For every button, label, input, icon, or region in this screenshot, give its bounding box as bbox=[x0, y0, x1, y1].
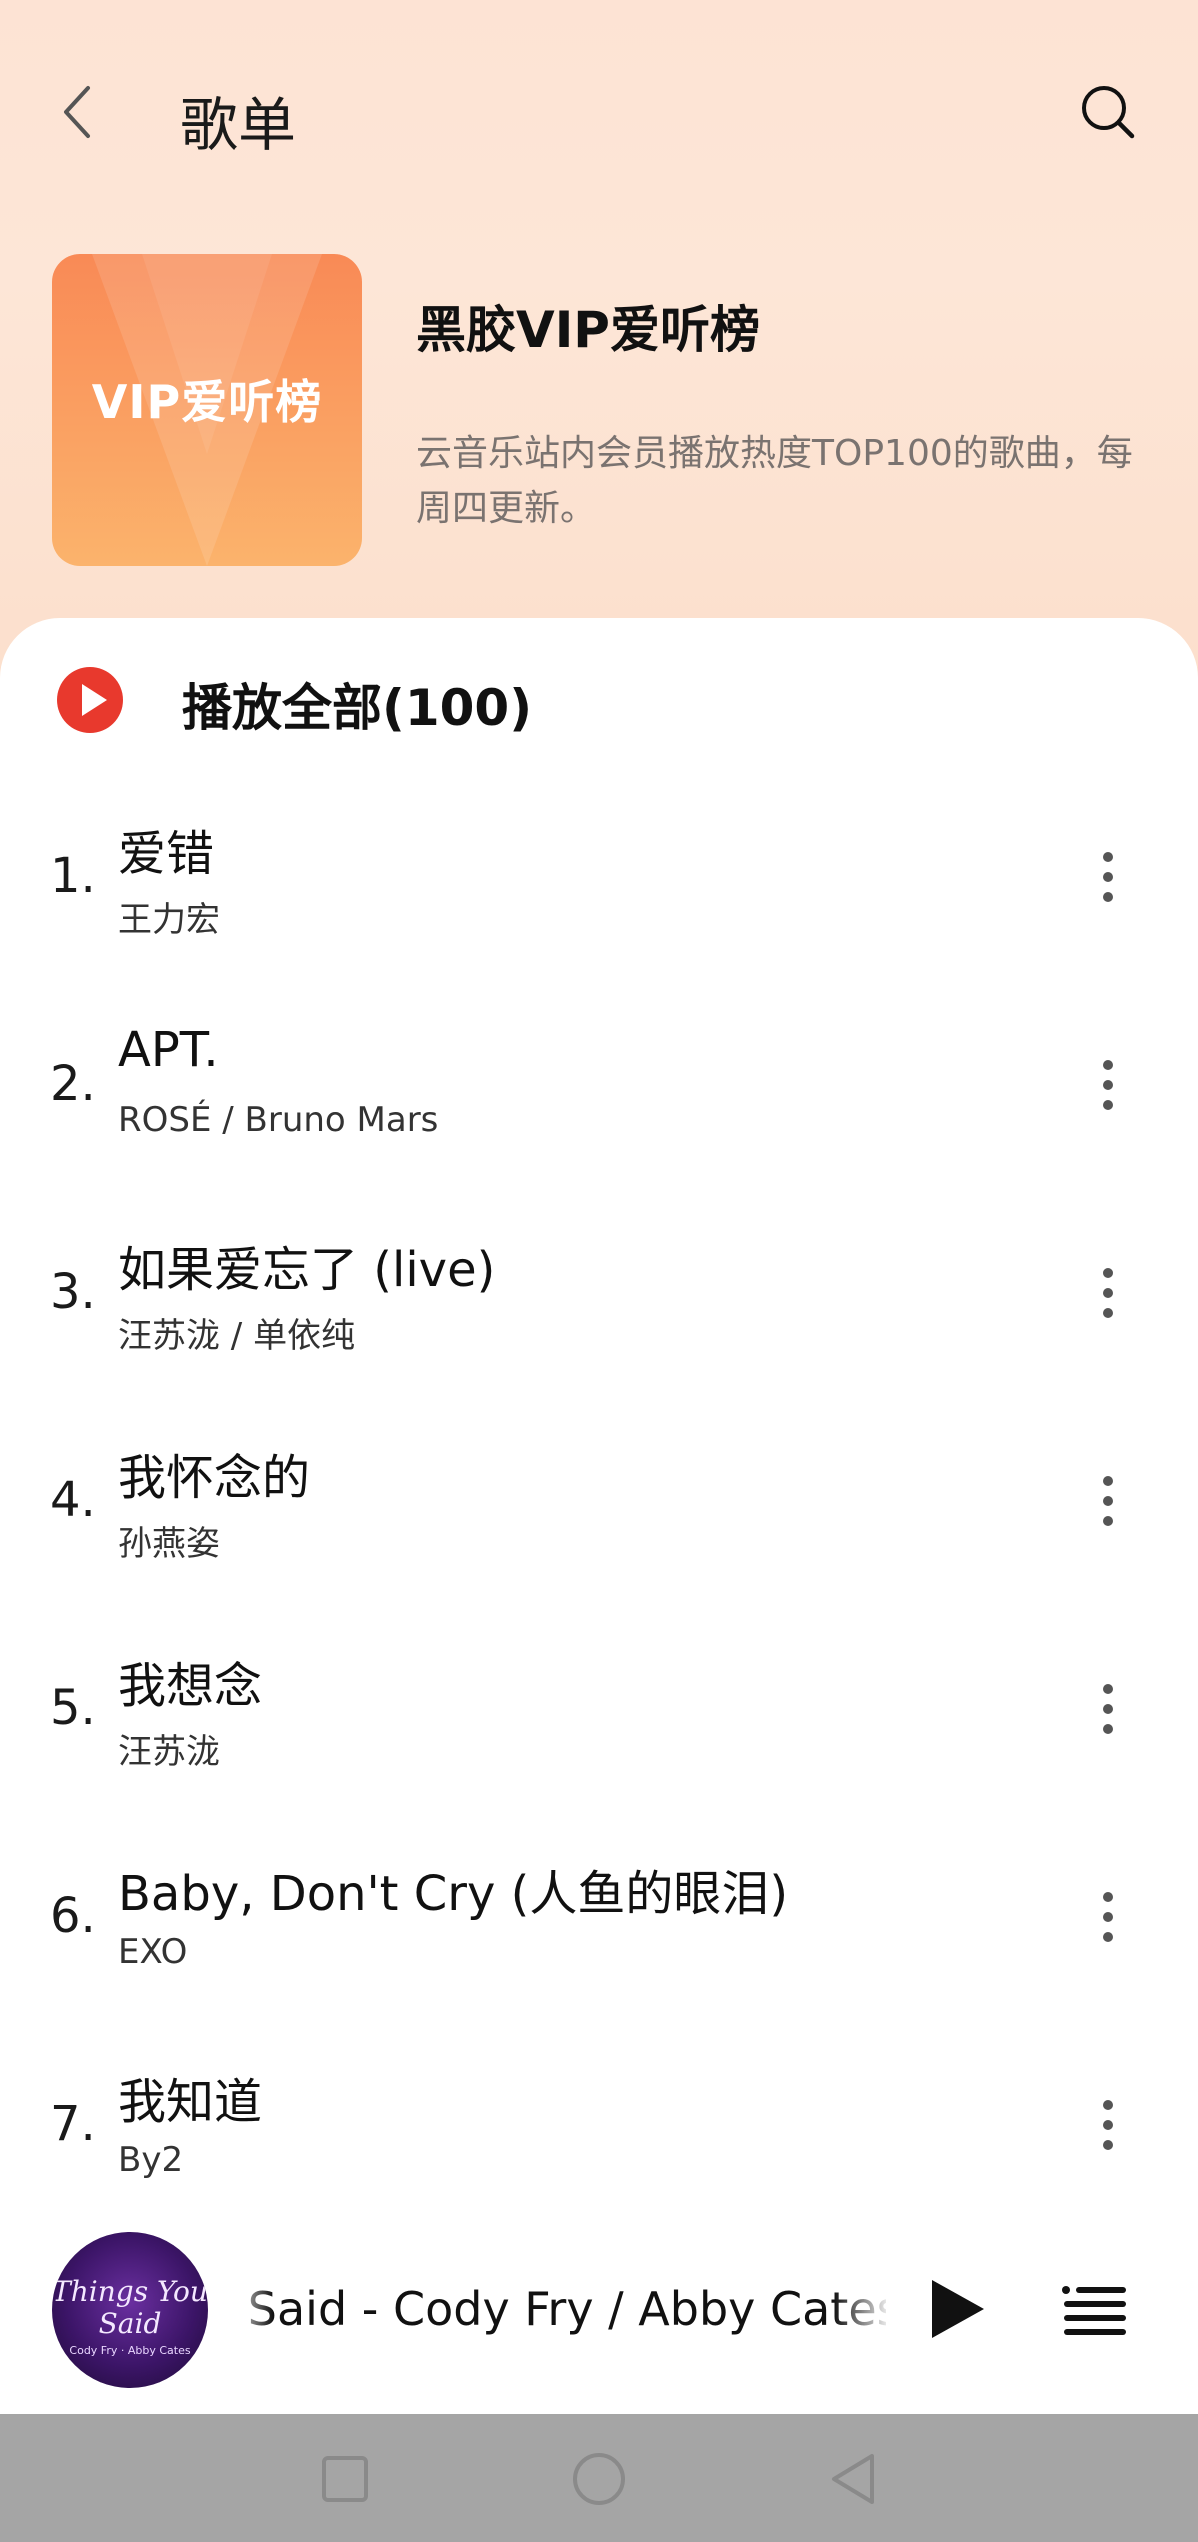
more-icon[interactable] bbox=[1090, 1684, 1126, 1734]
more-icon[interactable] bbox=[1090, 1892, 1126, 1942]
playlist-name: 黑胶VIP爱听榜 bbox=[416, 301, 760, 359]
song-artist: 王力宏 bbox=[118, 900, 220, 940]
song-artist: 汪苏泷 bbox=[118, 1732, 220, 1772]
cover-script-title: Things You Said bbox=[52, 2275, 208, 2340]
cover-artists: Cody Fry · Abby Cates bbox=[69, 2344, 191, 2357]
song-title: 我怀念的 bbox=[118, 1450, 311, 1506]
song-title: APT. bbox=[118, 1022, 219, 1078]
more-icon[interactable] bbox=[1090, 1060, 1126, 1110]
play-circle-icon bbox=[57, 667, 123, 733]
list-item[interactable]: 2. APT. ROSÉ / Bruno Mars bbox=[0, 1008, 1198, 1216]
more-icon[interactable] bbox=[1090, 852, 1126, 902]
song-title: 我想念 bbox=[118, 1658, 263, 1714]
playlist-cover[interactable]: VIP爱听榜 bbox=[52, 254, 362, 566]
list-item[interactable]: 1. 爱错 王力宏 bbox=[0, 800, 1198, 1008]
circle-icon[interactable] bbox=[564, 2444, 634, 2514]
song-title: 爱错 bbox=[118, 826, 215, 882]
list-item[interactable]: 5. 我想念 汪苏泷 bbox=[0, 1632, 1198, 1840]
mini-player[interactable]: Things You Said Cody Fry · Abby Cates u … bbox=[0, 2222, 1198, 2412]
song-artist: ROSÉ / Bruno Mars bbox=[118, 1100, 439, 1140]
song-index: 5. bbox=[50, 1680, 96, 1736]
more-icon[interactable] bbox=[1090, 2100, 1126, 2150]
page-title: 歌单 bbox=[180, 91, 297, 159]
song-artist: By2 bbox=[118, 2140, 184, 2180]
more-icon[interactable] bbox=[1090, 1476, 1126, 1526]
song-title: 如果爱忘了 (live) bbox=[118, 1242, 496, 1298]
now-playing-text: u Said - Cody Fry / Abby Cates bbox=[234, 2282, 886, 2336]
song-index: 7. bbox=[50, 2096, 96, 2152]
square-icon[interactable] bbox=[310, 2444, 380, 2514]
search-icon bbox=[1082, 86, 1135, 139]
system-navigation-bar bbox=[0, 2414, 1198, 2542]
play-icon bbox=[932, 2280, 984, 2338]
song-artist: 孙燕姿 bbox=[118, 1524, 220, 1564]
song-artist: 汪苏泷 / 单依纯 bbox=[118, 1316, 356, 1356]
now-playing-cover[interactable]: Things You Said Cody Fry · Abby Cates bbox=[52, 2232, 208, 2388]
song-index: 1. bbox=[50, 848, 96, 904]
song-title: Baby, Don't Cry (人鱼的眼泪) bbox=[118, 1866, 789, 1922]
list-item[interactable]: 3. 如果爱忘了 (live) 汪苏泷 / 单依纯 bbox=[0, 1216, 1198, 1424]
play-all-label: 播放全部(100) bbox=[182, 679, 533, 737]
now-playing-marquee[interactable]: u Said - Cody Fry / Abby Cates bbox=[234, 2282, 886, 2342]
song-list: 1. 爱错 王力宏 2. APT. ROSÉ / Bruno Mars 3. 如… bbox=[0, 800, 1198, 2256]
list-item[interactable]: 4. 我怀念的 孙燕姿 bbox=[0, 1424, 1198, 1632]
more-icon[interactable] bbox=[1090, 1268, 1126, 1318]
chevron-left-icon bbox=[64, 86, 90, 138]
search-button[interactable] bbox=[1074, 78, 1142, 146]
back-button[interactable] bbox=[48, 82, 108, 142]
play-button[interactable] bbox=[920, 2274, 990, 2344]
playlist-button[interactable] bbox=[1060, 2282, 1130, 2342]
cover-title: VIP爱听榜 bbox=[91, 375, 323, 429]
play-all-button[interactable]: 播放全部(100) bbox=[56, 664, 656, 737]
song-index: 6. bbox=[50, 1888, 96, 1944]
song-index: 3. bbox=[50, 1264, 96, 1320]
top-bar: 歌单 bbox=[0, 60, 1198, 160]
song-title: 我知道 bbox=[118, 2074, 263, 2130]
triangle-back-icon[interactable] bbox=[820, 2444, 890, 2514]
song-index: 2. bbox=[50, 1056, 96, 1112]
list-item[interactable]: 6. Baby, Don't Cry (人鱼的眼泪) EXO bbox=[0, 1840, 1198, 2048]
song-index: 4. bbox=[50, 1472, 96, 1528]
playlist-icon bbox=[1062, 2286, 1126, 2335]
playlist-description: 云音乐站内会员播放热度TOP100的歌曲，每周四更新。 bbox=[416, 433, 1133, 529]
song-artist: EXO bbox=[118, 1932, 188, 1972]
